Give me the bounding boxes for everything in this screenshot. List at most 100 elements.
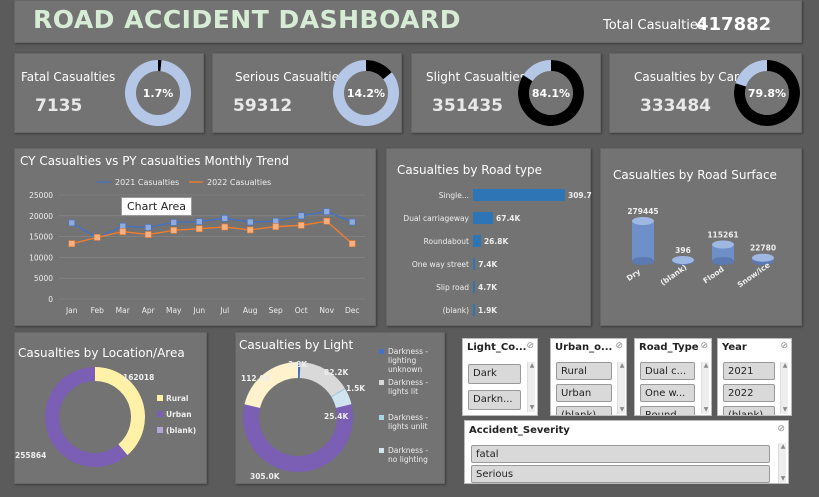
data-label: 255864: [15, 451, 46, 460]
legend-swatch: [157, 427, 163, 433]
scroll-up-icon[interactable]: ▲: [779, 443, 787, 451]
slicer-item[interactable]: (blank): [556, 406, 612, 415]
slicer-item[interactable]: Dark: [468, 364, 521, 384]
light-panel[interactable]: Casualties by Light 3.8K 82.2K 1.5K 25.4K 30…: [235, 332, 445, 484]
scroll-up-icon[interactable]: ▲: [528, 362, 536, 370]
data-label: 3.8K: [288, 360, 308, 369]
kpi-card-car[interactable]: Casualties by Car 333484 79.8%: [609, 53, 802, 133]
road-type-panel[interactable]: Casualties by Road type Single... 309.7K D…: [386, 148, 592, 326]
slicer-item[interactable]: Rural: [556, 362, 612, 380]
donut-percent-label: 1.7%: [143, 87, 174, 100]
cylinder-base: [632, 257, 654, 265]
scroll-down-icon[interactable]: ▼: [528, 404, 536, 412]
clear-filter-icon[interactable]: ⊘: [700, 341, 708, 351]
slicer-scrollbar[interactable]: ▲ ▼: [617, 362, 625, 414]
slicer-item[interactable]: Round...: [640, 406, 695, 415]
clear-filter-icon[interactable]: ⊘: [615, 341, 623, 351]
legend-label: Darkness -no lighting: [388, 446, 428, 464]
bar: [473, 189, 565, 201]
category-label: Snow/ice: [736, 260, 772, 289]
data-label: 115261: [707, 231, 738, 240]
legend-swatch: [379, 349, 384, 354]
data-label: 162018: [123, 373, 154, 382]
legend-label: 2021 Casualties: [115, 178, 179, 187]
scroll-up-icon[interactable]: ▲: [781, 362, 789, 370]
slicer-item[interactable]: Serious: [471, 465, 770, 483]
data-point: [170, 227, 178, 234]
clear-filter-icon[interactable]: ⊘: [526, 341, 534, 351]
x-tick-label: Apr: [142, 306, 156, 315]
x-tick-label: Aug: [243, 306, 258, 315]
light-chart: 3.8K 82.2K 1.5K 25.4K 305.0K 112.9K Darkness -…: [241, 347, 428, 481]
clear-filter-icon[interactable]: ⊘: [780, 341, 788, 351]
bar: [473, 281, 475, 293]
slicer-item[interactable]: Urban: [556, 384, 612, 402]
slicer-scrollbar[interactable]: ▲ ▼: [780, 362, 788, 414]
scroll-down-icon[interactable]: ▼: [702, 406, 710, 414]
data-label: 305.0K: [250, 472, 281, 481]
kpi-donut-slight: 84.1%: [518, 60, 585, 126]
kpi-label: Serious Casualties: [235, 70, 346, 84]
kpi-card-fatal[interactable]: Fatal Casualties 7135 1.7%: [14, 53, 204, 133]
data-label: 112.9K: [241, 374, 272, 383]
kpi-value: 59312: [233, 96, 293, 116]
slicer-item[interactable]: (blank): [723, 406, 775, 415]
slicer-item[interactable]: 2021: [723, 362, 775, 380]
donut-percent-label: 14.2%: [347, 87, 385, 100]
data-point: [297, 212, 305, 220]
slicer-item[interactable]: 2022: [723, 384, 775, 402]
slicer-scrollbar[interactable]: ▲ ▼: [778, 443, 786, 483]
road-surface-chart: 279445 Dry 396 (blank) 115261 Flood 22780 Snow/…: [625, 207, 776, 289]
data-label: 22780: [750, 244, 776, 253]
kpi-donut-fatal: 1.7%: [125, 60, 192, 126]
data-label: 7.4K: [478, 260, 498, 269]
clear-filter-icon[interactable]: ⊘: [777, 424, 785, 434]
slicer-item[interactable]: Darkn...: [468, 390, 521, 410]
chart-area-tooltip: Chart Area: [121, 197, 193, 216]
slicer-scrollbar[interactable]: ▲ ▼: [701, 362, 709, 414]
x-tick-label: Oct: [295, 306, 308, 315]
slicer-light-condition[interactable]: Light_Co... ⊘ Dark Darkn... ▲ ▼: [462, 338, 538, 416]
slicer-title: Year: [722, 342, 747, 353]
slicer-title: Road_Type: [639, 342, 699, 353]
slicer-year[interactable]: Year ⊘ 2021 2022 (blank) ▲ ▼: [717, 338, 792, 416]
road-surface-panel[interactable]: Casualties by Road Surface 279445 Dry 396 (…: [600, 148, 802, 326]
bar: [473, 235, 481, 247]
kpi-card-slight[interactable]: Slight Casualties 351435 84.1%: [411, 53, 601, 133]
slicer-urban-rural[interactable]: Urban_o... ⊘ Rural Urban (blank) ▲ ▼: [550, 338, 627, 416]
data-point: [272, 217, 280, 225]
kpi-value: 333484: [640, 96, 711, 116]
monthly-trend-panel[interactable]: CY Casualties vs PY casualties Monthly T…: [14, 148, 376, 326]
legend-swatch: [379, 448, 384, 453]
location-panel[interactable]: Casualties by Location/Area 162018 255864…: [14, 332, 207, 484]
slicer-item[interactable]: fatal: [471, 445, 770, 463]
data-point: [246, 226, 254, 234]
y-tick-label: 5000: [34, 274, 53, 283]
data-point: [323, 208, 331, 215]
location-title: Casualties by Location/Area: [18, 346, 185, 360]
scroll-down-icon[interactable]: ▼: [781, 406, 789, 414]
slicer-item[interactable]: One w...: [640, 384, 695, 402]
slicer-item[interactable]: Dual c...: [640, 362, 695, 380]
data-point: [221, 223, 229, 231]
road-surface-title: Casualties by Road Surface: [613, 168, 777, 182]
scroll-down-icon[interactable]: ▼: [779, 475, 787, 483]
slicer-scrollbar[interactable]: ▲ ▼: [527, 362, 535, 412]
legend-label: Darkness -lighting unknown: [388, 347, 428, 374]
y-tick-label: 25000: [29, 191, 53, 200]
location-chart: 162018 255864 Rural Urban (blank): [15, 367, 196, 467]
data-point: [221, 214, 229, 222]
scroll-down-icon[interactable]: ▼: [618, 406, 626, 414]
legend-swatch: [157, 395, 163, 401]
kpi-card-serious[interactable]: Serious Casualties 59312 14.2%: [212, 53, 402, 133]
slicer-accident-severity[interactable]: Accident_Severity ⊘ fatal Serious ▲ ▼: [464, 420, 789, 484]
legend-swatch: [157, 411, 163, 417]
scroll-up-icon[interactable]: ▲: [702, 362, 710, 370]
category-label: (blank): [659, 263, 689, 288]
slicer-title: Accident_Severity: [469, 425, 570, 436]
scroll-up-icon[interactable]: ▲: [618, 362, 626, 370]
dashboard-title: ROAD ACCIDENT DASHBOARD: [33, 5, 462, 34]
kpi-value: 351435: [432, 96, 503, 116]
slicer-road-type[interactable]: Road_Type ⊘ Dual c... One w... Round... …: [634, 338, 712, 416]
kpi-label: Slight Casualties: [426, 70, 526, 84]
